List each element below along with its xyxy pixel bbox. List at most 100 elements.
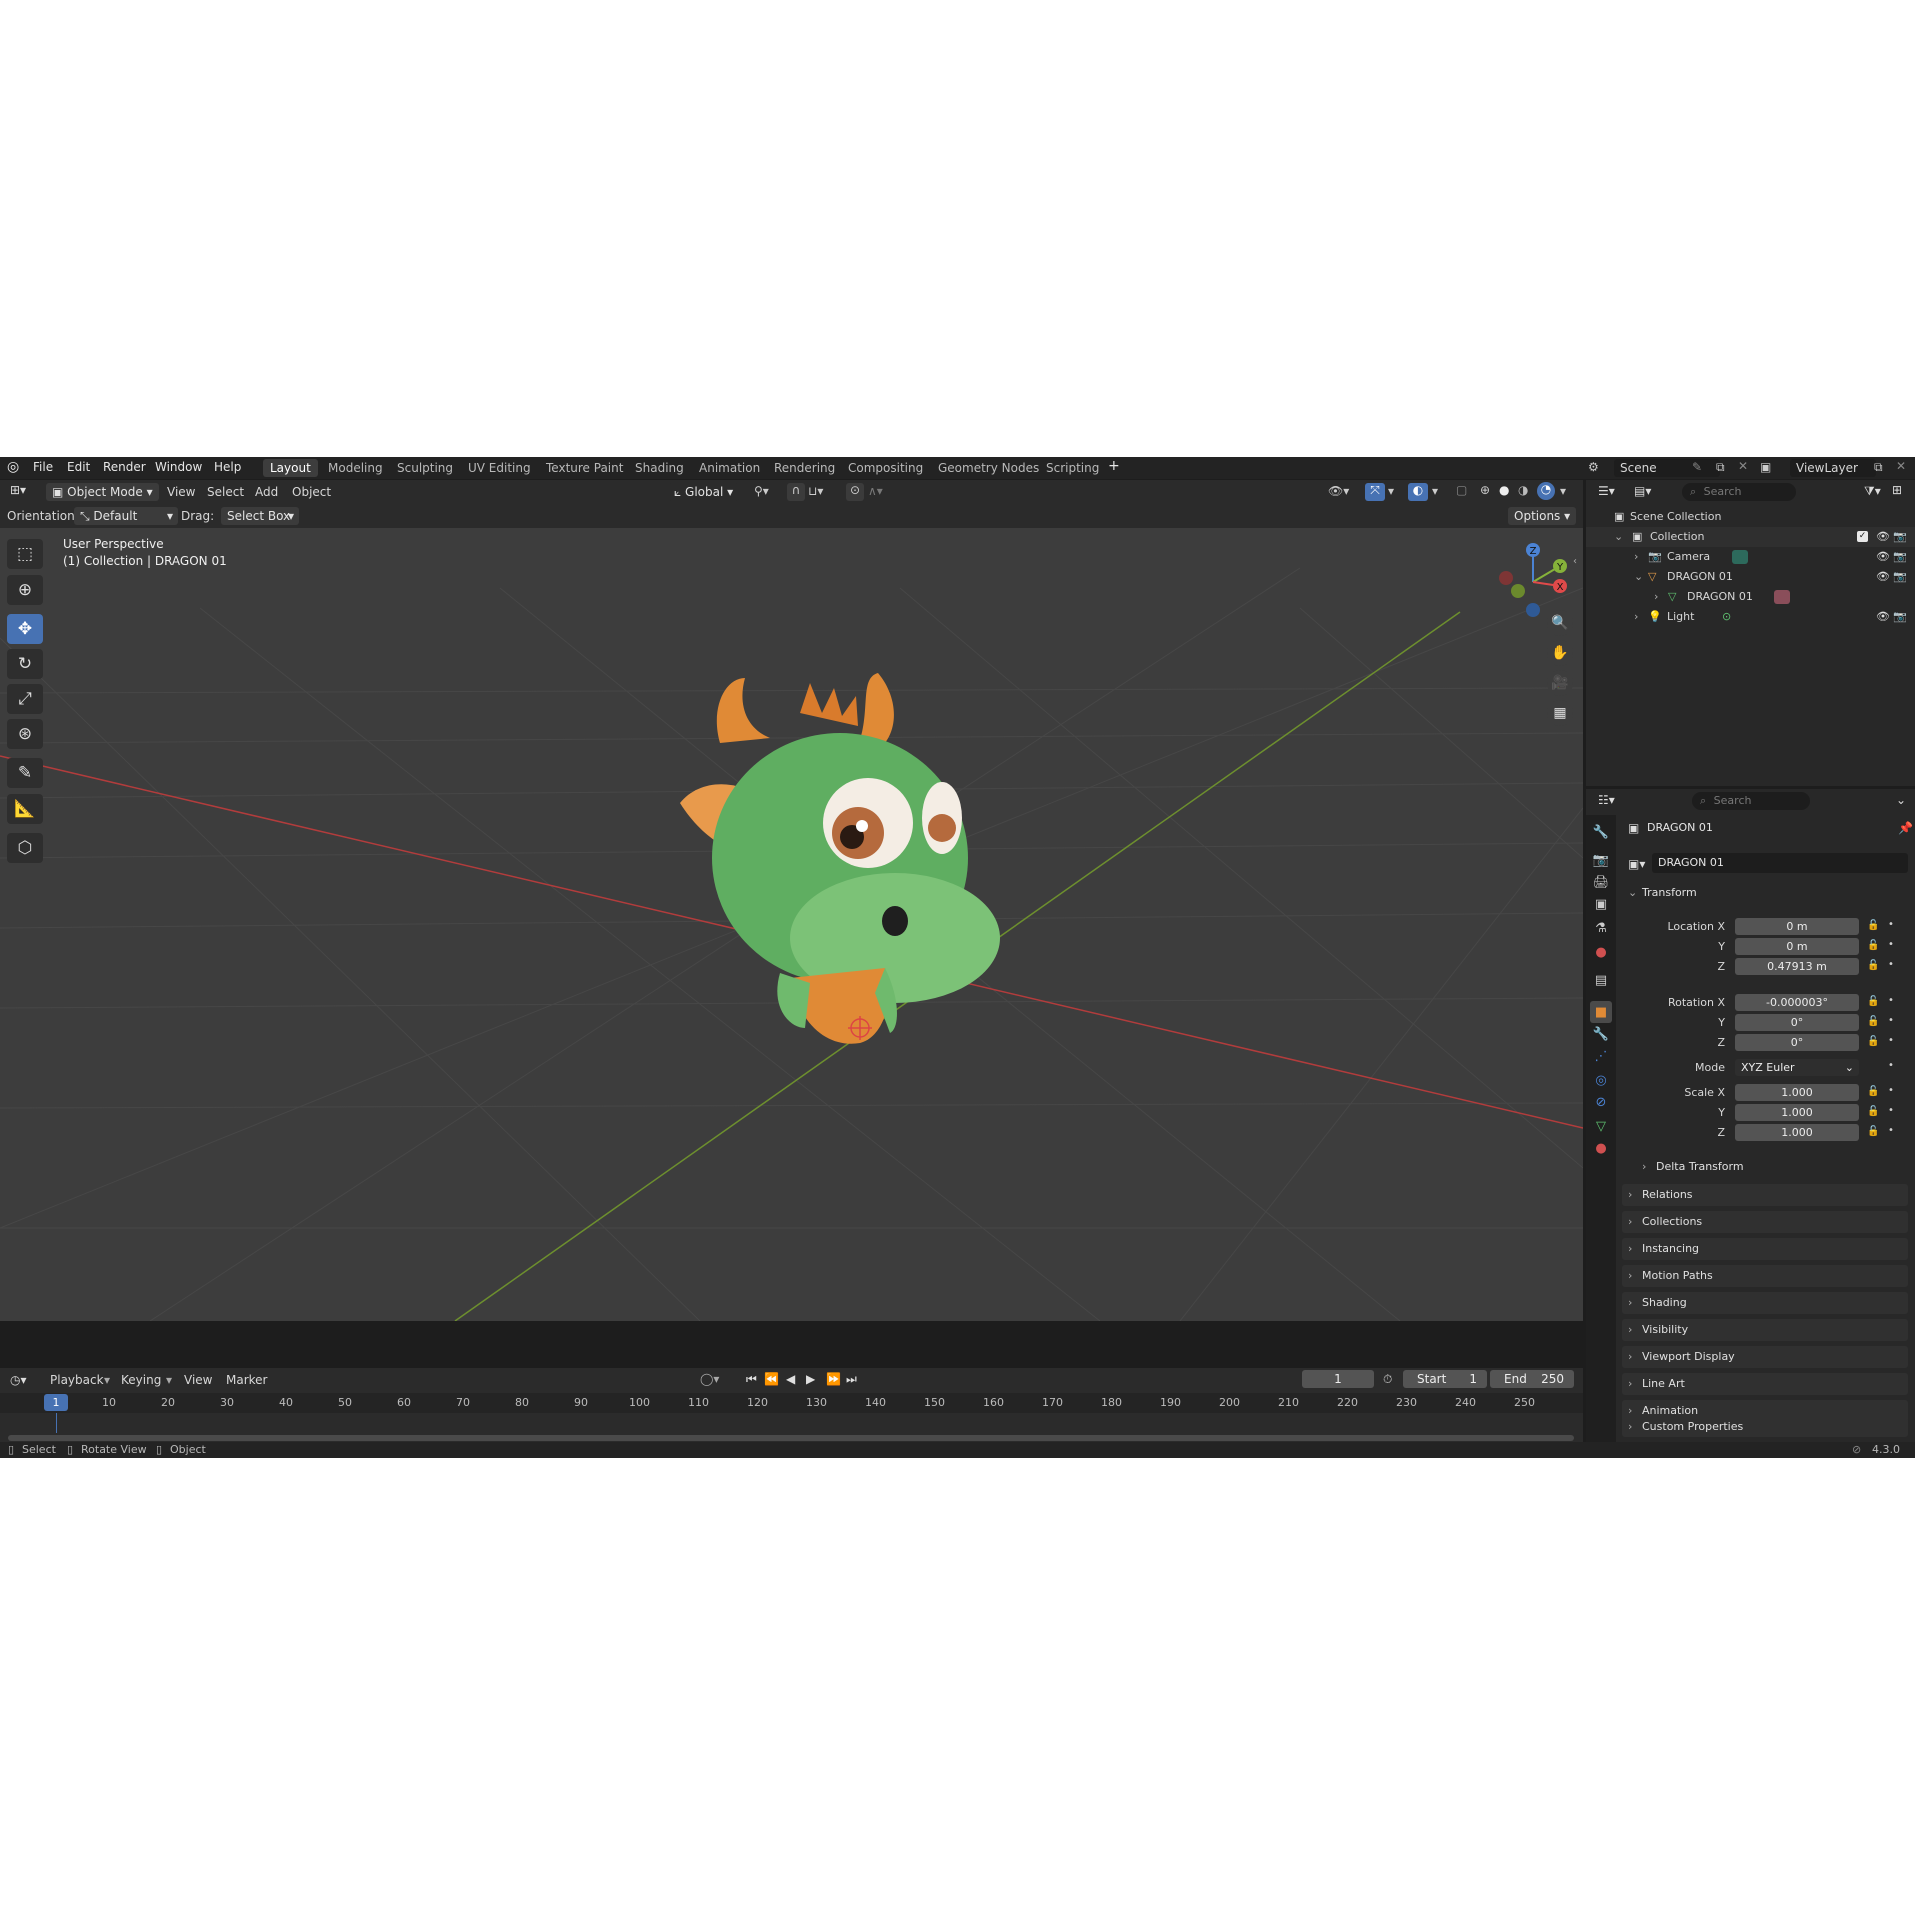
start-frame-field[interactable]: Start 1 (1403, 1370, 1487, 1388)
keyframe-dot-icon[interactable]: • (1888, 919, 1894, 930)
playback-menu[interactable]: Playback (50, 1373, 104, 1387)
workspace-tab-animation[interactable]: Animation (692, 459, 767, 477)
rendered-shading-icon[interactable]: ◔ (1537, 482, 1555, 500)
snap-target-icon[interactable]: ⊔▾ (808, 484, 823, 498)
keyframe-dot-icon[interactable]: • (1888, 1035, 1894, 1046)
keyframe-dot-icon[interactable]: • (1888, 1060, 1894, 1071)
new-viewlayer-icon[interactable]: ⧉ (1874, 460, 1883, 475)
location-y-field[interactable]: 0 m (1735, 938, 1859, 955)
scene-selector[interactable]: Scene (1614, 459, 1720, 477)
material-shading-icon[interactable]: ◑ (1518, 483, 1528, 497)
keyframe-dot-icon[interactable]: • (1888, 959, 1894, 970)
rotate-tool[interactable]: ↻ (7, 649, 43, 679)
timeline-editor-type-icon[interactable]: ◷▾ (10, 1373, 27, 1387)
menu-select[interactable]: Select (207, 485, 244, 499)
outliner-row-dragon-object[interactable]: ⌄ ▽ DRAGON 01 👁 📷 (1586, 567, 1915, 587)
new-collection-icon[interactable]: ⊞ (1892, 483, 1902, 497)
rotation-mode-dropdown[interactable]: XYZ Euler ⌄ (1735, 1059, 1859, 1076)
options-dropdown[interactable]: Options ▾ (1508, 507, 1577, 525)
object-name-field[interactable]: DRAGON 01 (1652, 853, 1908, 873)
rotation-x-field[interactable]: -0.000003° (1735, 994, 1859, 1011)
jump-keyframe-back-icon[interactable]: ⏪ (764, 1372, 779, 1386)
lock-icon[interactable]: 🔓 (1867, 1106, 1879, 1117)
relations-panel[interactable]: › Relations (1622, 1184, 1908, 1206)
light-eye-icon[interactable]: 👁 (1876, 607, 1890, 627)
playhead-marker[interactable]: 1 (44, 1394, 68, 1411)
overlay-toggle-icon[interactable]: ◐ (1408, 483, 1428, 501)
keyframe-dot-icon[interactable]: • (1888, 1105, 1894, 1116)
light-data-icon[interactable]: ⊙ (1722, 607, 1731, 627)
preview-range-icon[interactable]: ⏱ (1383, 1372, 1392, 1387)
proportional-falloff-icon[interactable]: ∧▾ (868, 484, 883, 498)
menu-window[interactable]: Window (155, 460, 202, 474)
blender-logo-icon[interactable]: ◎ (7, 459, 19, 475)
scale-x-field[interactable]: 1.000 (1735, 1084, 1859, 1101)
rotation-y-field[interactable]: 0° (1735, 1014, 1859, 1031)
shading-panel[interactable]: › Shading (1622, 1292, 1908, 1314)
collection-tab-icon[interactable]: ▤ (1592, 971, 1610, 989)
pan-button[interactable]: ✋ (1547, 640, 1573, 666)
end-frame-field[interactable]: End 250 (1490, 1370, 1574, 1388)
orientation-dropdown[interactable]: ⤡ Default ▾ (74, 507, 178, 525)
workspace-tab-geometry-nodes[interactable]: Geometry Nodes (931, 459, 1046, 477)
drag-dropdown[interactable]: Select Box ▾ (221, 507, 299, 525)
new-scene-icon[interactable]: ⧉ (1716, 460, 1725, 475)
lock-icon[interactable]: 🔓 (1867, 920, 1879, 931)
expand-chevron-icon[interactable]: ⌄ (1634, 567, 1643, 587)
scale-y-field[interactable]: 1.000 (1735, 1104, 1859, 1121)
lock-icon[interactable]: 🔓 (1867, 996, 1879, 1007)
overlay-dropdown-icon[interactable]: ▾ (1432, 484, 1438, 498)
outliner-search[interactable]: ⌕ Search (1682, 483, 1796, 501)
scene-icon[interactable]: ⚙ (1588, 460, 1599, 474)
transform-orientation-dropdown[interactable]: ⟀ Global ▾ (668, 483, 740, 501)
zoom-button[interactable]: 🔍 (1547, 610, 1573, 636)
snap-icon[interactable]: ∩ (787, 483, 805, 501)
location-z-field[interactable]: 0.47913 m (1735, 958, 1859, 975)
gizmo-neg-y[interactable] (1511, 584, 1525, 598)
keyframe-dot-icon[interactable]: • (1888, 939, 1894, 950)
add-workspace-button[interactable]: + (1108, 458, 1120, 474)
location-x-field[interactable]: 0 m (1735, 918, 1859, 935)
outliner-row-scene-collection[interactable]: ▣ Scene Collection (1586, 507, 1915, 527)
wireframe-shading-icon[interactable]: ⊕ (1480, 483, 1490, 497)
datablock-type-icon[interactable]: ▣▾ (1628, 857, 1645, 871)
material-tab-icon[interactable]: ● (1592, 1139, 1610, 1157)
scale-tool[interactable]: ⤢ (7, 684, 43, 714)
outliner-row-light[interactable]: › 💡 Light ⊙ 👁 📷 (1586, 607, 1915, 627)
rotation-z-field[interactable]: 0° (1735, 1034, 1859, 1051)
annotate-tool[interactable]: ✎ (7, 758, 43, 788)
keyframe-dot-icon[interactable]: • (1888, 1015, 1894, 1026)
play-icon[interactable]: ▶ (806, 1372, 815, 1386)
menu-add[interactable]: Add (255, 485, 278, 499)
expand-chevron-icon[interactable]: › (1634, 607, 1638, 627)
object-mode-dropdown[interactable]: ▣ Object Mode ▾ (46, 483, 159, 501)
dragon-render-icon[interactable]: 📷 (1893, 567, 1907, 587)
delete-scene-icon[interactable]: ✕ (1738, 459, 1748, 473)
dragon-eye-icon[interactable]: 👁 (1876, 567, 1890, 587)
proportional-editing-icon[interactable]: ⊙ (846, 483, 864, 501)
dragon-model[interactable] (680, 673, 1000, 1044)
delta-transform-subpanel[interactable]: › Delta Transform (1636, 1156, 1906, 1178)
play-reverse-icon[interactable]: ◀ (786, 1372, 795, 1386)
add-cube-tool[interactable]: ⬡ (7, 833, 43, 863)
menu-object[interactable]: Object (292, 485, 331, 499)
collapse-sidebar-icon[interactable]: ‹ (1573, 556, 1577, 567)
menu-file[interactable]: File (33, 460, 53, 474)
lock-icon[interactable]: 🔓 (1867, 960, 1879, 971)
expand-chevron-icon[interactable]: › (1634, 547, 1638, 567)
marker-menu[interactable]: Marker (226, 1373, 267, 1387)
cursor-tool[interactable]: ⊕ (7, 575, 43, 605)
menu-edit[interactable]: Edit (67, 460, 90, 474)
tool-tab-icon[interactable]: 🔧 (1592, 823, 1610, 841)
workspace-tab-layout[interactable]: Layout (263, 459, 318, 477)
shading-dropdown-icon[interactable]: ▾ (1560, 484, 1566, 498)
workspace-tab-modeling[interactable]: Modeling (321, 459, 390, 477)
motion-paths-panel[interactable]: › Motion Paths (1622, 1265, 1908, 1287)
camera-eye-icon[interactable]: 👁 (1876, 547, 1890, 567)
keyframe-dot-icon[interactable]: • (1888, 1125, 1894, 1136)
timeline-view-menu[interactable]: View (184, 1373, 212, 1387)
display-mode-icon[interactable]: ▤▾ (1634, 484, 1651, 498)
camera-data-icon[interactable] (1732, 550, 1748, 564)
lock-icon[interactable]: 🔓 (1867, 1126, 1879, 1137)
collection-checkbox[interactable]: ✓ (1857, 531, 1868, 542)
